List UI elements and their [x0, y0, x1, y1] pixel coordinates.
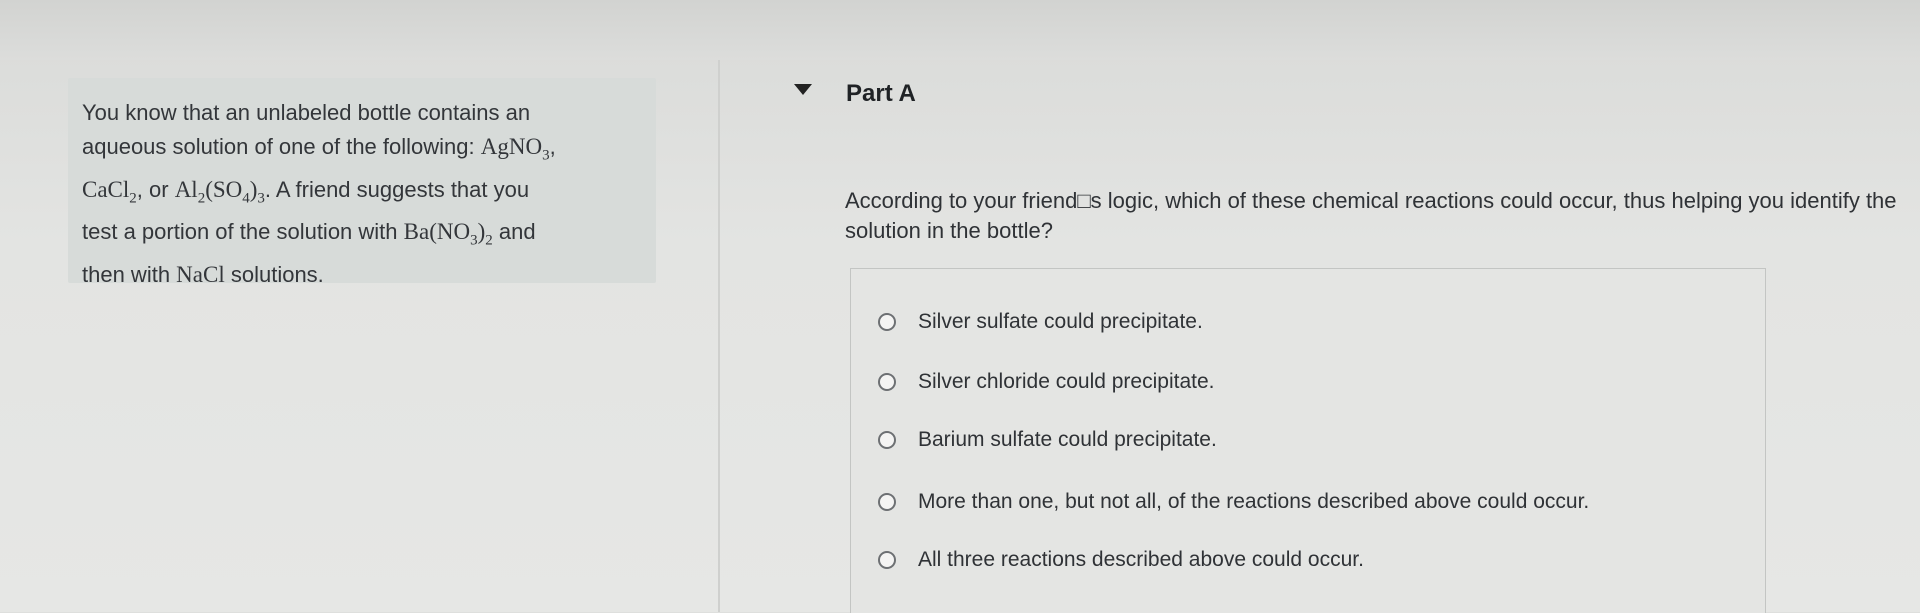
- radio-button[interactable]: [878, 551, 896, 569]
- answer-option-3[interactable]: Barium sulfate could precipitate.: [878, 424, 1217, 456]
- answer-option-5[interactable]: All three reactions described above coul…: [878, 544, 1364, 576]
- formula-cacl2-sub: 2: [129, 190, 137, 207]
- screen: You know that an unlabeled bottle contai…: [0, 0, 1920, 613]
- formula-so: (SO: [205, 176, 243, 202]
- problem-comma: ,: [549, 134, 556, 159]
- formula-nacl: NaCl: [176, 261, 225, 287]
- problem-text-2: aqueous solution of one of the following…: [82, 134, 481, 159]
- formula-bano: Ba(NO: [403, 219, 471, 245]
- formula-paren-sub: 3: [257, 190, 265, 207]
- collapse-caret-icon[interactable]: [794, 84, 812, 95]
- part-title[interactable]: Part A: [846, 80, 916, 108]
- formula-bano-sub: 3: [470, 232, 478, 249]
- question-text: According to your friend□s logic, which …: [845, 188, 1897, 243]
- top-band: [0, 0, 1920, 60]
- radio-button[interactable]: [878, 431, 896, 449]
- formula-al: Al: [174, 176, 198, 202]
- problem-line-3: CaCl2, or Al2(SO4)3. A friend suggests t…: [82, 173, 652, 216]
- formula-al2so43: Al2(SO4)3: [174, 176, 265, 207]
- problem-text-test: test a portion of the solution with: [82, 219, 404, 245]
- formula-cacl2: CaCl2: [82, 176, 137, 207]
- problem-text-solutions: solutions.: [224, 261, 324, 287]
- formula-bano-paren-sub: 2: [485, 232, 493, 249]
- problem-line-4: test a portion of the solution with Ba(N…: [82, 215, 652, 258]
- problem-text-and: and: [492, 219, 536, 245]
- formula-cacl2-base: CaCl: [82, 176, 130, 202]
- panel-divider: [718, 60, 720, 612]
- problem-text-then: then with: [82, 261, 177, 287]
- radio-button[interactable]: [878, 493, 896, 511]
- formula-agno3-base: AgNO: [480, 134, 543, 159]
- formula-bano32: Ba(NO3)2: [403, 219, 493, 249]
- formula-agno3-sub: 3: [542, 147, 550, 164]
- radio-button[interactable]: [878, 373, 896, 391]
- answer-option-2[interactable]: Silver chloride could precipitate.: [878, 366, 1214, 398]
- problem-statement: You know that an unlabeled bottle contai…: [82, 96, 652, 292]
- problem-line-2: aqueous solution of one of the following…: [82, 130, 652, 173]
- option-label: Silver chloride could precipitate.: [918, 370, 1215, 393]
- problem-text-friend: . A friend suggests that you: [264, 176, 530, 202]
- option-label: Silver sulfate could precipitate.: [918, 310, 1203, 333]
- problem-text-1: You know that an unlabeled bottle contai…: [82, 100, 531, 125]
- problem-line-5: then with NaCl solutions.: [82, 258, 652, 292]
- formula-agno3: AgNO3: [480, 134, 550, 164]
- option-label: Barium sulfate could precipitate.: [918, 428, 1217, 451]
- problem-line-1: You know that an unlabeled bottle contai…: [82, 96, 652, 130]
- problem-text-or: , or: [136, 176, 175, 202]
- option-label: All three reactions described above coul…: [918, 548, 1364, 571]
- answer-option-1[interactable]: Silver sulfate could precipitate.: [878, 306, 1203, 338]
- option-label: More than one, but not all, of the react…: [918, 490, 1590, 513]
- answer-option-4[interactable]: More than one, but not all, of the react…: [878, 486, 1589, 518]
- formula-so-sub: 4: [242, 190, 250, 207]
- radio-button[interactable]: [878, 313, 896, 331]
